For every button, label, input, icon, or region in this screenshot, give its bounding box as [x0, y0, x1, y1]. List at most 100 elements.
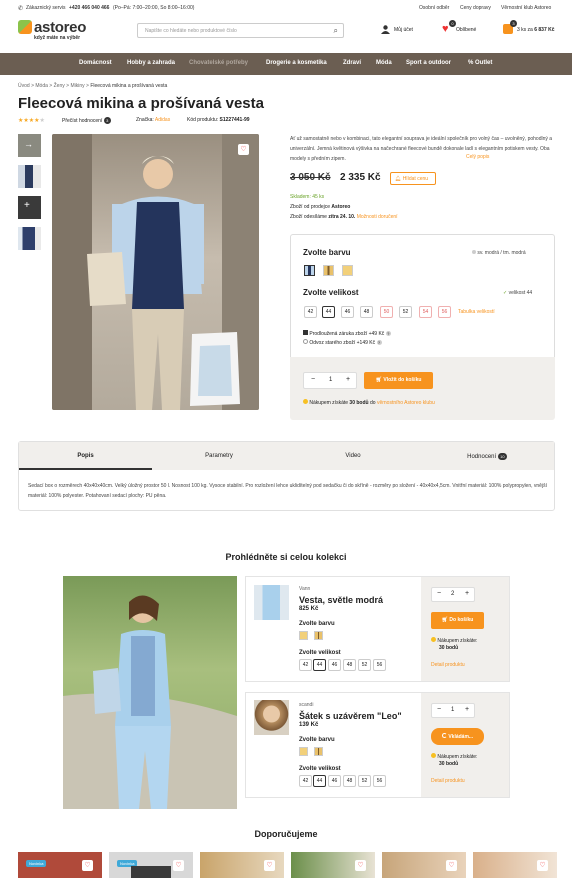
favorite-heart-icon[interactable]: ♡ [537, 860, 548, 871]
description-more-link[interactable]: Celý popis [463, 154, 490, 160]
watch-price-button[interactable]: 🔔︎ Hlídat cenu [390, 172, 436, 185]
color-swatch-brown[interactable] [314, 631, 323, 640]
size-option[interactable]: 48 [343, 659, 356, 671]
size-option-unavailable[interactable]: 56 [438, 306, 451, 318]
size-option-selected[interactable]: 44 [313, 775, 326, 787]
favorite-heart-icon[interactable]: ♡ [446, 860, 457, 871]
logo[interactable]: astoreo [18, 19, 86, 36]
nav-item-sport[interactable]: Sport a outdoor [406, 60, 451, 66]
size-option[interactable]: 42 [299, 659, 312, 671]
nav-item-pets[interactable]: Chovatelské potřeby [189, 60, 248, 66]
quantity-value[interactable]: 2 [451, 591, 454, 597]
nav-item-drugstore[interactable]: Drogerie a kosmetika [266, 60, 327, 66]
quantity-stepper[interactable]: − 2 + [431, 587, 475, 602]
quantity-stepper[interactable]: − 1 + [431, 703, 475, 718]
size-option[interactable]: 46 [328, 775, 341, 787]
collection-item-image[interactable] [254, 585, 289, 620]
crumb-fashion[interactable]: Móda [35, 83, 48, 89]
minus-icon[interactable]: − [437, 590, 441, 597]
link-pickup[interactable]: Osobní odběr [419, 5, 449, 11]
quantity-value[interactable]: 1 [451, 707, 454, 713]
thumbnail-4[interactable] [18, 227, 41, 250]
recommend-card[interactable]: ♡ [291, 852, 375, 878]
favorite-heart-icon[interactable]: ♡ [355, 860, 366, 871]
plus-icon[interactable]: + [465, 706, 469, 713]
product-detail-link[interactable]: Detail produktu [431, 662, 465, 668]
link-shipping[interactable]: Ceny dopravy [460, 5, 491, 11]
size-option-selected[interactable]: 44 [313, 659, 326, 671]
crumb-hoodies[interactable]: Mikiny [70, 83, 84, 89]
link-loyalty[interactable]: Věrnostní klub Astoreo [501, 5, 551, 11]
search-input[interactable]: Napište co hledáte nebo produktové číslo… [137, 23, 344, 38]
add-to-cart-button[interactable]: 🛒︎ Do košíku [431, 612, 484, 629]
plus-icon[interactable]: + [465, 590, 469, 597]
recommend-card[interactable]: ♡ [382, 852, 466, 878]
color-swatch-brown[interactable] [323, 265, 334, 276]
add-to-cart-button[interactable]: 🛒︎ Vložit do košíku [364, 372, 433, 389]
nav-item-fashion[interactable]: Móda [376, 60, 392, 66]
color-swatch-navy[interactable] [304, 265, 315, 276]
info-icon[interactable]: ? [376, 340, 382, 345]
nav-item-home[interactable]: Domácnost [79, 60, 112, 66]
tab-reviews[interactable]: Hodnocení 10 [420, 442, 554, 470]
color-swatch-brown[interactable] [314, 747, 323, 756]
recommend-card[interactable]: Novinka ♡ [18, 852, 102, 878]
size-option[interactable]: 46 [328, 659, 341, 671]
size-option-unavailable[interactable]: 50 [380, 306, 393, 318]
nav-item-health[interactable]: Zdraví [343, 60, 361, 66]
info-icon[interactable]: ? [385, 331, 391, 336]
collection-item-name[interactable]: Vesta, světle modrá [299, 595, 383, 605]
minus-icon[interactable]: − [437, 706, 441, 713]
thumbnail-2[interactable] [18, 165, 41, 188]
size-option[interactable]: 52 [358, 659, 371, 671]
recommend-card[interactable]: Novinka ♡ [109, 852, 193, 878]
collection-image[interactable] [63, 576, 237, 809]
collection-item-name[interactable]: Šátek s uzávěrem "Leo" [299, 711, 402, 721]
quantity-stepper[interactable]: − 1 + [303, 372, 357, 389]
recommend-card[interactable]: ♡ [200, 852, 284, 878]
loyalty-club-link[interactable]: věrnostního Astoreo klubu [377, 400, 435, 406]
size-option[interactable]: 48 [360, 306, 373, 318]
checkbox-checked[interactable] [303, 330, 308, 335]
nav-item-outlet[interactable]: % Outlet [468, 60, 492, 66]
minus-icon[interactable]: − [311, 376, 315, 383]
quantity-value[interactable]: 1 [329, 377, 332, 383]
size-option[interactable]: 56 [373, 659, 386, 671]
tab-description[interactable]: Popis [19, 442, 152, 470]
favorite-heart-icon[interactable]: ♡ [82, 860, 93, 871]
plus-icon[interactable]: + [346, 376, 350, 383]
product-detail-link[interactable]: Detail produktu [431, 778, 465, 784]
size-option[interactable]: 56 [373, 775, 386, 787]
color-swatch-yellow[interactable] [342, 265, 353, 276]
size-option[interactable]: 42 [304, 306, 317, 318]
search-icon[interactable]: ⌕ [334, 26, 338, 36]
color-swatch-yellow[interactable] [299, 747, 308, 756]
service-phone[interactable]: +420 466 040 466 [69, 5, 109, 11]
size-table-link[interactable]: Tabulka velikostí [458, 309, 495, 315]
favorite-heart-icon[interactable]: ♡ [173, 860, 184, 871]
crumb-home[interactable]: Úvod [18, 83, 30, 89]
size-option[interactable]: 52 [399, 306, 412, 318]
thumbnail-1[interactable]: → [18, 134, 41, 157]
size-option-selected[interactable]: 44 [322, 306, 335, 318]
nav-item-hobby[interactable]: Hobby a zahrada [127, 60, 175, 66]
product-image[interactable]: ♡ [52, 134, 259, 410]
size-option[interactable]: 48 [343, 775, 356, 787]
recommend-card[interactable]: ♡ [473, 852, 557, 878]
color-swatch-yellow[interactable] [299, 631, 308, 640]
favorite-heart-icon[interactable]: ♡ [264, 860, 275, 871]
size-option[interactable]: 42 [299, 775, 312, 787]
favorite-heart-icon[interactable]: ♡ [238, 144, 249, 155]
delivery-options-link[interactable]: Možnosti doručení [357, 214, 398, 220]
size-option[interactable]: 46 [341, 306, 354, 318]
warranty-option[interactable]: Prodloužená záruka zboží +49 Kč ? [303, 330, 391, 337]
size-option[interactable]: 52 [358, 775, 371, 787]
size-option-unavailable[interactable]: 54 [419, 306, 432, 318]
add-to-cart-button-loading[interactable]: Vkládám... [431, 728, 484, 745]
reviews-link[interactable]: Přečíst hodnocení 3 [62, 117, 111, 124]
tab-parameters[interactable]: Parametry [152, 442, 286, 470]
tab-video[interactable]: Video [286, 442, 420, 470]
thumbnail-3[interactable]: + [18, 196, 41, 219]
radio-unchecked[interactable] [303, 339, 308, 344]
brand-link[interactable]: Adidas [155, 117, 170, 123]
